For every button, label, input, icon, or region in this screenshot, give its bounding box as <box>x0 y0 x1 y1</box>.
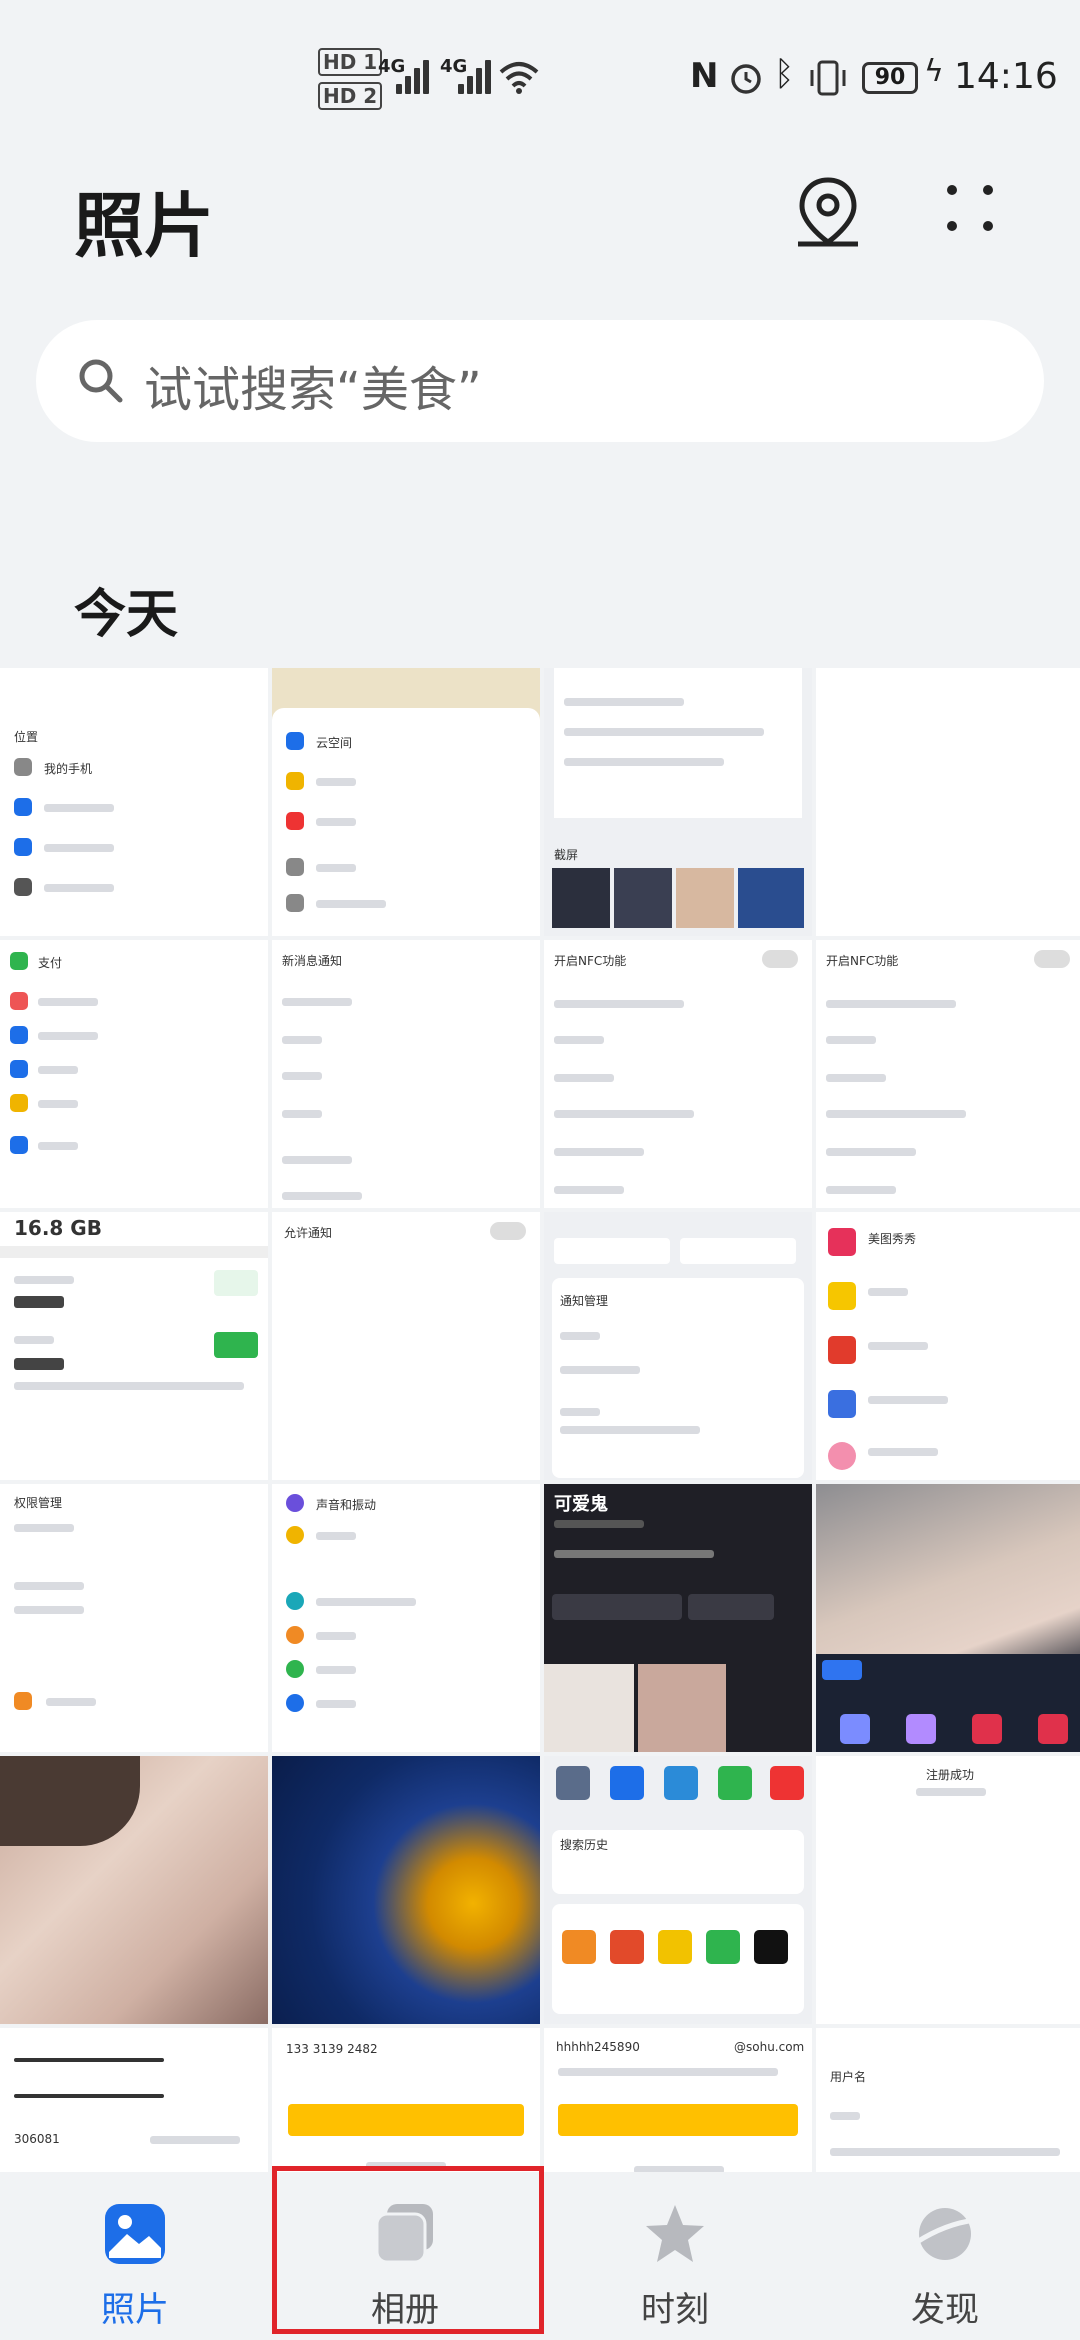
location-pin-icon[interactable] <box>788 172 868 252</box>
signal-1-icon <box>396 58 432 94</box>
nfc-icon: N <box>690 56 719 96</box>
photo-thumbnail[interactable]: 美图秀秀 <box>816 1212 1080 1480</box>
photo-thumbnail[interactable]: 搜索历史 <box>544 1756 812 2024</box>
albums-tab-highlight <box>272 2166 544 2334</box>
tab-photos[interactable]: 照片 <box>0 2172 270 2340</box>
search-placeholder: 试试搜索“美食” <box>144 362 482 418</box>
tab-moments[interactable]: 时刻 <box>540 2172 810 2340</box>
photo-thumbnail[interactable]: 支付 <box>0 940 268 1208</box>
photo-thumbnail[interactable]: 可爱鬼 <box>544 1484 812 1752</box>
moments-star-icon <box>646 2205 704 2262</box>
discover-planet-icon <box>915 2208 976 2260</box>
wifi-icon <box>499 62 539 94</box>
clock-time: 14:16 <box>954 56 1058 97</box>
photo-thumbnail[interactable]: 新消息通知 <box>272 940 540 1208</box>
photo-thumbnail[interactable]: 位置 我的手机 <box>0 668 268 936</box>
photo-thumbnail[interactable]: 云空间 <box>272 668 540 936</box>
bluetooth-icon: ᛒ <box>774 54 795 94</box>
photo-thumbnail[interactable]: 16.8 GB <box>0 1212 268 1480</box>
photo-thumbnail[interactable]: 通知管理 <box>544 1212 812 1480</box>
battery-indicator: 90 <box>862 62 918 94</box>
photo-thumbnail[interactable]: 截屏 <box>544 668 812 936</box>
more-dots-icon[interactable] <box>934 172 1014 252</box>
photo-thumbnail[interactable]: 开启NFC功能 <box>544 940 812 1208</box>
photo-thumbnail[interactable] <box>0 1756 268 2024</box>
section-title-today: 今天 <box>74 585 179 645</box>
photo-thumbnail[interactable] <box>816 668 1080 936</box>
charging-icon: ϟ <box>924 54 944 89</box>
tab-discover[interactable]: 发现 <box>810 2172 1080 2340</box>
hd1-indicator: HD 1 <box>318 48 386 76</box>
page-title: 照片 <box>74 185 214 267</box>
photo-thumbnail[interactable]: 允许通知 <box>272 1212 540 1480</box>
photos-icon <box>105 2204 165 2264</box>
vibrate-icon <box>810 60 846 96</box>
photo-grid: 位置 我的手机 云空间 截屏 支付 新消息通知 开启NFC功能 开启NFC功能 … <box>0 668 1080 2296</box>
status-bar: HD 1 HD 2 4G 4G N ᛒ 90 ϟ 14:16 <box>0 0 1080 150</box>
photo-thumbnail[interactable]: 开启NFC功能 <box>816 940 1080 1208</box>
photo-thumbnail[interactable]: 注册成功 <box>816 1756 1080 2024</box>
search-bar[interactable]: 试试搜索“美食” <box>36 320 1044 442</box>
search-icon <box>79 359 123 403</box>
photo-thumbnail[interactable] <box>816 1484 1080 1752</box>
signal-2-icon <box>458 58 494 94</box>
hd2-indicator: HD 2 <box>318 82 386 110</box>
photo-thumbnail[interactable]: 声音和振动 <box>272 1484 540 1752</box>
photo-thumbnail[interactable] <box>272 1756 540 2024</box>
photo-thumbnail[interactable]: 权限管理 <box>0 1484 268 1752</box>
alarm-icon <box>731 64 761 94</box>
